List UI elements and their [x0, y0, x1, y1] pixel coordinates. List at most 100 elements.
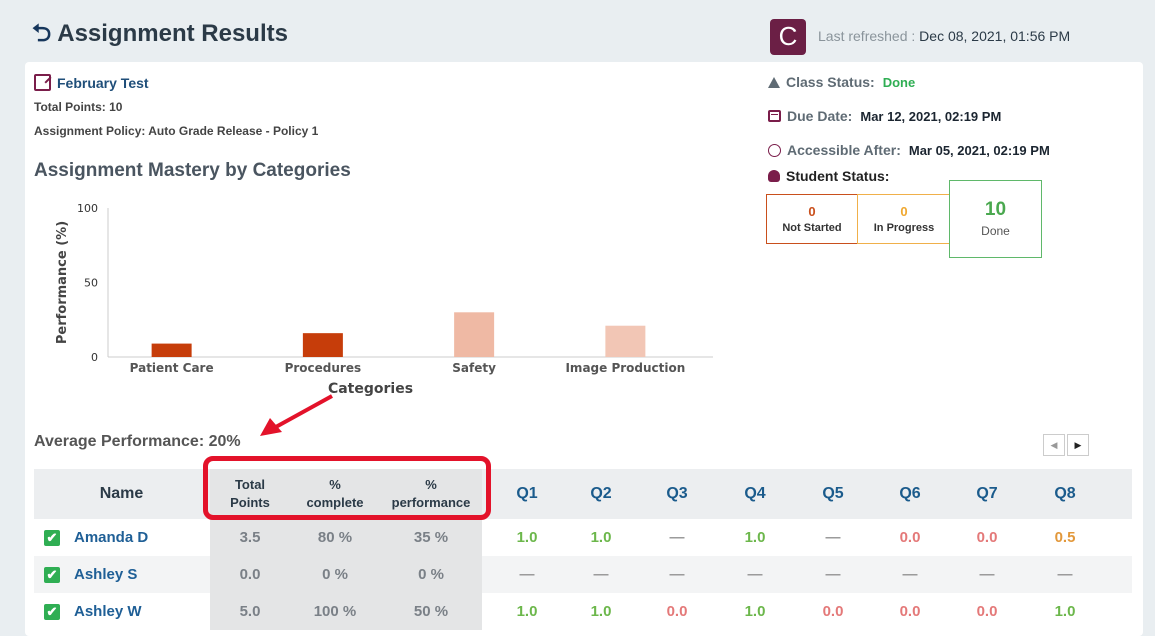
- q2-score[interactable]: —: [566, 556, 636, 593]
- refresh-button[interactable]: C: [770, 19, 806, 55]
- done-box[interactable]: 10 Done: [949, 180, 1042, 258]
- q7-score[interactable]: —: [952, 556, 1022, 593]
- q8-score[interactable]: 1.0: [1030, 593, 1100, 630]
- q3-score[interactable]: —: [642, 556, 712, 593]
- header-q2[interactable]: Q2: [566, 469, 636, 519]
- percent-performance-cell: 35 %: [413, 529, 449, 546]
- q3-score[interactable]: 0.0: [642, 593, 712, 630]
- warning-icon: [768, 76, 780, 88]
- header-q7[interactable]: Q7: [952, 469, 1022, 519]
- last-refreshed-time: Dec 08, 2021, 01:56 PM: [919, 28, 1071, 44]
- table-header: Name Total Points % complete % performan…: [34, 469, 1132, 519]
- bar: [605, 325, 646, 357]
- q2-score[interactable]: 1.0: [566, 519, 636, 556]
- percent-complete-cell: 100 %: [313, 603, 357, 620]
- edit-icon: [34, 74, 51, 91]
- annotation-highlight-box: [203, 456, 491, 520]
- x-axis-label: Categories: [328, 381, 413, 397]
- checkbox-checked-icon[interactable]: ✔: [44, 529, 60, 546]
- q8-score[interactable]: —: [1030, 556, 1100, 593]
- refresh-icon: C: [778, 21, 798, 51]
- assignment-name-link[interactable]: February Test: [34, 74, 149, 91]
- prev-page-button[interactable]: ◀: [1043, 434, 1065, 456]
- next-page-button[interactable]: ▶: [1067, 434, 1089, 456]
- student-name-cell[interactable]: ✔ Ashley W: [34, 593, 219, 630]
- bar: [454, 312, 495, 357]
- q5-score[interactable]: —: [798, 556, 868, 593]
- mastery-title: Assignment Mastery by Categories: [34, 160, 351, 181]
- q5-score[interactable]: 0.0: [798, 593, 868, 630]
- x-tick-label: Patient Care: [130, 361, 214, 375]
- q5-score[interactable]: —: [798, 519, 868, 556]
- page-title: ⮌ Assignment Results: [32, 20, 288, 48]
- student-name-cell[interactable]: ✔ Amanda D: [34, 519, 219, 556]
- q6-score[interactable]: —: [875, 556, 945, 593]
- student-status: Student Status:: [768, 168, 889, 184]
- q4-score[interactable]: 1.0: [720, 519, 790, 556]
- total-points: Total Points: 10: [34, 100, 123, 114]
- student-icon: [768, 170, 780, 182]
- header-q4[interactable]: Q4: [720, 469, 790, 519]
- q1-score[interactable]: 1.0: [492, 519, 562, 556]
- y-axis-label: Performance (%): [55, 221, 70, 344]
- table-row: ✔ Ashley S 0.0 0 % 0 % — — — — — — — —: [34, 556, 1132, 593]
- q3-score[interactable]: —: [642, 519, 712, 556]
- q2-score[interactable]: 1.0: [566, 593, 636, 630]
- header-name[interactable]: Name: [34, 469, 209, 519]
- x-tick-label: Safety: [452, 361, 496, 375]
- q7-score[interactable]: 0.0: [952, 519, 1022, 556]
- q4-score[interactable]: —: [720, 556, 790, 593]
- in-progress-box[interactable]: 0 In Progress: [857, 194, 951, 244]
- student-name[interactable]: Ashley S: [74, 566, 137, 583]
- annotation-arrow-icon: [260, 394, 333, 436]
- student-name-cell[interactable]: ✔ Ashley S: [34, 556, 219, 593]
- accessible-after: Accessible After: Mar 05, 2021, 02:19 PM: [768, 142, 1050, 158]
- calendar-icon: [768, 110, 781, 122]
- student-name[interactable]: Ashley W: [74, 603, 142, 620]
- not-started-box[interactable]: 0 Not Started: [766, 194, 858, 244]
- q7-score[interactable]: 0.0: [952, 593, 1022, 630]
- last-refreshed-label: Last refreshed :: [818, 28, 916, 44]
- average-performance: Average Performance: 20%: [34, 433, 241, 450]
- due-date-value: Mar 12, 2021, 02:19 PM: [860, 108, 1002, 124]
- assignment-name[interactable]: February Test: [57, 75, 149, 91]
- due-date: Due Date: Mar 12, 2021, 02:19 PM: [768, 108, 1001, 124]
- q1-score[interactable]: 1.0: [492, 593, 562, 630]
- assignment-policy: Assignment Policy: Auto Grade Release - …: [34, 124, 319, 138]
- class-status-value: Done: [882, 74, 916, 90]
- results-table: Name Total Points % complete % performan…: [34, 469, 1132, 630]
- in-progress-count: 0: [900, 204, 908, 219]
- table-pager: ◀ ▶: [1043, 434, 1089, 456]
- q6-score[interactable]: 0.0: [875, 593, 945, 630]
- header-q5[interactable]: Q5: [798, 469, 868, 519]
- checkbox-checked-icon[interactable]: ✔: [44, 566, 60, 583]
- checkbox-checked-icon[interactable]: ✔: [44, 603, 60, 620]
- header-q8[interactable]: Q8: [1030, 469, 1100, 519]
- done-count: 10: [984, 199, 1007, 220]
- x-tick-label: Image Production: [565, 361, 685, 375]
- not-started-count: 0: [808, 204, 816, 219]
- header-q3[interactable]: Q3: [642, 469, 712, 519]
- class-status: Class Status: Done: [768, 74, 915, 90]
- back-arrow-icon[interactable]: ⮌: [32, 22, 51, 46]
- clock-icon: [768, 143, 781, 157]
- in-progress-label: In Progress: [873, 222, 935, 234]
- last-refreshed: Last refreshed : Dec 08, 2021, 01:56 PM: [818, 28, 1070, 44]
- header-q1[interactable]: Q1: [492, 469, 562, 519]
- percent-complete-cell: 0 %: [322, 566, 348, 583]
- total-points-cell: 3.5: [239, 529, 261, 546]
- class-status-label: Class Status:: [786, 74, 875, 90]
- mastery-chart: 0 50 100 Performance (%) Patient Care Procedu…: [34, 190, 734, 405]
- q8-score[interactable]: 0.5: [1030, 519, 1100, 556]
- y-tick-label: 100: [77, 202, 98, 215]
- percent-complete-cell: 80 %: [317, 529, 353, 546]
- table-row: ✔ Amanda D 3.5 80 % 35 % 1.0 1.0 — 1.0 —…: [34, 519, 1132, 556]
- header-q6[interactable]: Q6: [875, 469, 945, 519]
- q4-score[interactable]: 1.0: [720, 593, 790, 630]
- q1-score[interactable]: —: [492, 556, 562, 593]
- bar: [151, 343, 192, 357]
- student-status-label: Student Status:: [786, 168, 890, 184]
- student-name[interactable]: Amanda D: [74, 529, 148, 546]
- page-header: ⮌ Assignment Results C Last refreshed : …: [0, 0, 1155, 60]
- q6-score[interactable]: 0.0: [875, 519, 945, 556]
